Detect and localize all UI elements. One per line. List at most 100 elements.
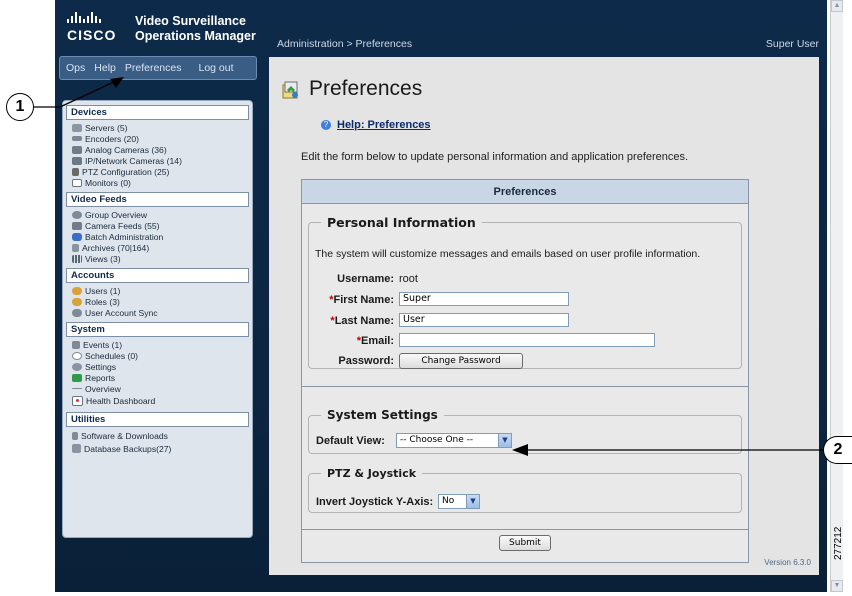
callout-2: 2 xyxy=(823,436,852,464)
nav-logout[interactable]: Log out xyxy=(199,62,234,74)
section-divider xyxy=(302,386,748,387)
nav-ops[interactable]: Ops xyxy=(66,62,85,74)
help-preferences-link[interactable]: Help: Preferences xyxy=(337,119,431,131)
sidebar-section-system: System xyxy=(66,322,249,337)
personal-information-legend: Personal Information xyxy=(327,215,476,230)
server-icon xyxy=(72,123,82,132)
archive-icon xyxy=(72,243,79,252)
sidebar-item-views[interactable]: Views (3) xyxy=(66,253,249,264)
screenshot-stage: CISCO Video Surveillance Operations Mana… xyxy=(0,0,852,596)
sidebar-item-user-account-sync[interactable]: User Account Sync xyxy=(66,307,249,318)
sidebar-section-accounts: Accounts xyxy=(66,268,249,283)
sidebar-section-video-feeds: Video Feeds xyxy=(66,192,249,207)
ptz-joystick-legend: PTZ & Joystick xyxy=(327,467,417,480)
preferences-icon xyxy=(281,80,301,100)
cisco-logo: CISCO Video Surveillance Operations Mana… xyxy=(55,0,265,52)
panel-title: Preferences xyxy=(302,180,748,204)
system-settings-group: System Settings xyxy=(308,408,742,454)
last-name-label: *Last Name: xyxy=(330,315,394,327)
monitor-icon xyxy=(72,178,82,187)
email-field[interactable] xyxy=(399,333,655,347)
events-icon xyxy=(72,340,80,349)
group-overview-icon xyxy=(72,210,82,219)
sidebar-item-analog-cameras[interactable]: Analog Cameras (36) xyxy=(66,144,249,155)
backup-icon xyxy=(72,444,81,453)
sidebar-item-health-dashboard[interactable]: Health Dashboard xyxy=(66,394,249,408)
page-title: Preferences xyxy=(309,77,423,100)
version-label: Version 6.3.0 xyxy=(764,558,811,567)
vertical-scrollbar[interactable]: ▲ ▼ xyxy=(830,0,843,592)
sidebar-item-group-overview[interactable]: Group Overview xyxy=(66,209,249,220)
app-title-line1: Video Surveillance xyxy=(135,14,246,28)
current-user: Super User xyxy=(765,38,819,50)
encoder-icon xyxy=(72,136,82,141)
password-label: Password: xyxy=(338,355,394,367)
schedules-icon xyxy=(72,351,82,360)
sidebar-item-ip-cameras[interactable]: IP/Network Cameras (14) xyxy=(66,155,249,166)
personal-information-description: The system will customize messages and e… xyxy=(315,248,701,260)
batch-icon xyxy=(72,232,82,241)
sidebar-item-batch-administration[interactable]: Batch Administration xyxy=(66,231,249,242)
reports-icon xyxy=(72,373,82,382)
sidebar-item-events[interactable]: Events (1) xyxy=(66,339,249,350)
chevron-down-icon: ▼ xyxy=(466,495,479,508)
cisco-bars-icon xyxy=(67,12,101,23)
sidebar-item-roles[interactable]: Roles (3) xyxy=(66,296,249,307)
sidebar-item-encoders[interactable]: Encoders (20) xyxy=(66,133,249,144)
change-password-button[interactable]: Change Password xyxy=(399,353,523,369)
main-content: Preferences ? Help: Preferences Edit the… xyxy=(269,57,819,575)
submit-button[interactable]: Submit xyxy=(499,535,551,551)
nav-help[interactable]: Help xyxy=(94,62,116,74)
username-label: Username: xyxy=(337,273,394,285)
sidebar-section-utilities: Utilities xyxy=(66,412,249,427)
sidebar-item-users[interactable]: Users (1) xyxy=(66,285,249,296)
system-settings-legend: System Settings xyxy=(327,408,438,422)
ip-camera-icon xyxy=(72,156,82,165)
health-icon xyxy=(72,396,83,406)
top-navigation: Ops Help Preferences Log out xyxy=(59,56,257,80)
default-view-label: Default View: xyxy=(316,435,385,447)
app-title-line2: Operations Manager xyxy=(135,29,256,43)
sidebar-item-servers[interactable]: Servers (5) xyxy=(66,122,249,133)
invert-joystick-value: No xyxy=(442,496,455,506)
sidebar-item-archives[interactable]: Archives (70|164) xyxy=(66,242,249,253)
scroll-down-icon[interactable]: ▼ xyxy=(831,580,843,592)
sidebar-item-camera-feeds[interactable]: Camera Feeds (55) xyxy=(66,220,249,231)
first-name-field[interactable]: Super xyxy=(399,292,569,306)
help-link-row: ? Help: Preferences xyxy=(321,119,431,131)
views-icon xyxy=(72,254,82,263)
invert-joystick-label: Invert Joystick Y-Axis: xyxy=(316,496,434,508)
last-name-field[interactable]: User xyxy=(399,313,569,327)
first-name-label: *First Name: xyxy=(329,294,394,306)
sidebar-item-overview[interactable]: Overview xyxy=(66,383,249,394)
sidebar-item-reports[interactable]: Reports xyxy=(66,372,249,383)
sidebar-section-devices: Devices xyxy=(66,105,249,120)
users-icon xyxy=(72,286,82,295)
ptz-icon xyxy=(72,167,79,176)
breadcrumb: Administration > Preferences xyxy=(277,38,413,50)
roles-icon xyxy=(72,297,82,306)
sidebar-item-database-backups[interactable]: Database Backups(27) xyxy=(66,442,249,455)
invert-joystick-select[interactable]: No ▼ xyxy=(438,494,480,509)
scroll-up-icon[interactable]: ▲ xyxy=(831,0,843,12)
sidebar-item-monitors[interactable]: Monitors (0) xyxy=(66,177,249,188)
sidebar: Devices Servers (5) Encoders (20) Analog… xyxy=(62,100,253,538)
figure-id: 277212 xyxy=(833,526,844,560)
section-divider xyxy=(302,529,748,530)
sidebar-item-ptz-configuration[interactable]: PTZ Configuration (25) xyxy=(66,166,249,177)
cisco-wordmark: CISCO xyxy=(67,27,117,43)
help-icon: ? xyxy=(321,120,331,130)
sidebar-item-schedules[interactable]: Schedules (0) xyxy=(66,350,249,361)
nav-preferences[interactable]: Preferences xyxy=(125,62,182,74)
download-icon xyxy=(72,431,78,440)
intro-text: Edit the form below to update personal i… xyxy=(301,151,689,163)
sidebar-item-settings[interactable]: Settings xyxy=(66,361,249,372)
sidebar-item-software-downloads[interactable]: Software & Downloads xyxy=(66,429,249,442)
preferences-panel: Preferences Personal Information The sys… xyxy=(301,179,749,563)
analog-camera-icon xyxy=(72,145,82,154)
app-title: Video Surveillance Operations Manager xyxy=(135,14,256,44)
camera-feeds-icon xyxy=(72,221,82,230)
default-view-select[interactable]: -- Choose One -- ▼ xyxy=(396,433,512,448)
overview-icon xyxy=(72,388,82,389)
chevron-down-icon: ▼ xyxy=(498,434,511,447)
